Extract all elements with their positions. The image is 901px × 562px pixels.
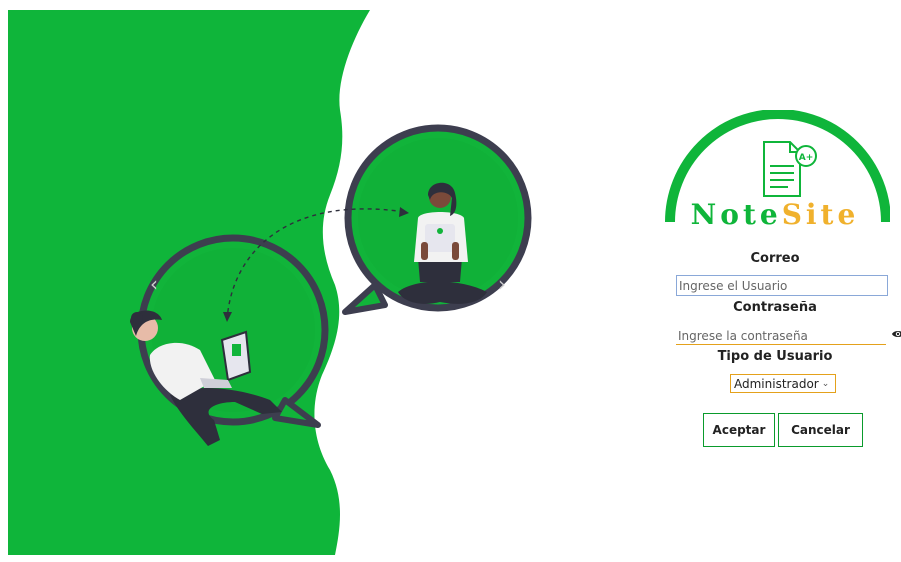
user-type-value: Administrador bbox=[734, 376, 819, 391]
login-panel: A+ NoteSite Correo Contraseña Tipo de Us… bbox=[660, 110, 901, 470]
hero-illustration: ‹ › bbox=[0, 0, 560, 558]
hero-graphic bbox=[8, 10, 532, 555]
email-input[interactable] bbox=[676, 275, 888, 296]
eye-icon[interactable] bbox=[892, 328, 901, 340]
document-icon: A+ bbox=[763, 141, 817, 197]
carousel-next-icon[interactable]: › bbox=[498, 272, 506, 296]
password-input[interactable] bbox=[676, 327, 886, 345]
email-label: Correo bbox=[750, 251, 800, 266]
user-type-select[interactable]: Administrador ⌄ bbox=[730, 374, 836, 393]
cancel-button[interactable]: Cancelar bbox=[778, 413, 863, 447]
logo-text-site: Site bbox=[782, 198, 860, 230]
grade-badge: A+ bbox=[799, 153, 814, 163]
password-label: Contraseña bbox=[733, 300, 817, 315]
notesite-logo: A+ NoteSite bbox=[665, 110, 890, 230]
carousel-prev-icon[interactable]: ‹ bbox=[150, 272, 158, 296]
accept-button[interactable]: Aceptar bbox=[703, 413, 775, 447]
logo-text-note: Note bbox=[691, 198, 782, 230]
user-type-label: Tipo de Usuario bbox=[717, 349, 833, 364]
chevron-down-icon: ⌄ bbox=[821, 378, 830, 389]
logo-text: NoteSite bbox=[691, 198, 860, 230]
